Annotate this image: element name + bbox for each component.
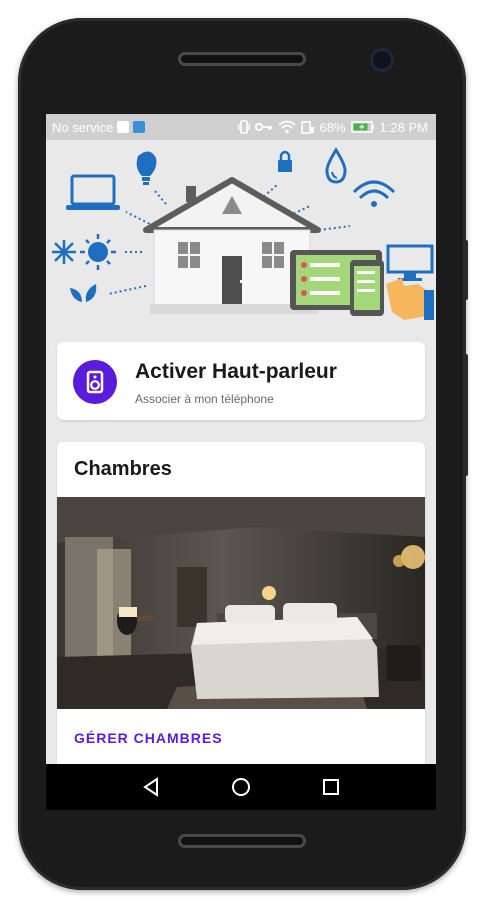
- battery-percent: 68%: [319, 119, 346, 135]
- notification-icon: [117, 121, 130, 133]
- lock-icon: [278, 150, 292, 172]
- recents-icon[interactable]: [319, 775, 343, 799]
- battery-icon: [350, 121, 374, 133]
- snowflake-icon: [52, 240, 76, 264]
- water-drop-icon: [325, 147, 347, 184]
- clock: 1:28 PM: [379, 119, 428, 135]
- speaker-card[interactable]: Activer Haut-parleur Associer à mon télé…: [57, 342, 425, 420]
- speaker-subtitle: Associer à mon téléphone: [135, 392, 274, 406]
- front-camera: [370, 48, 394, 72]
- power-button: [464, 354, 468, 476]
- carrier-text: No service: [52, 119, 114, 135]
- wifi-icon: [277, 120, 296, 134]
- smart-home-illustration: [46, 140, 436, 334]
- key-icon: [254, 122, 272, 132]
- vibrate-icon: [237, 120, 250, 134]
- app-screen: No service 68% 1:28 PM Activer Haut-parl…: [46, 114, 436, 810]
- leaf-icon: [70, 284, 97, 302]
- back-icon[interactable]: [139, 775, 163, 799]
- speaker-title: Activer Haut-parleur: [135, 360, 337, 383]
- rooms-title: Chambres: [74, 458, 172, 480]
- volume-button: [464, 240, 468, 300]
- bottom-speaker: [178, 834, 306, 848]
- manage-rooms-button[interactable]: GÉRER CHAMBRES: [74, 730, 223, 746]
- home-icon[interactable]: [229, 775, 253, 799]
- speaker-icon: [73, 360, 117, 404]
- earpiece-speaker: [178, 52, 306, 66]
- smartphone-icon: [350, 260, 384, 316]
- lightbulb-icon: [136, 151, 157, 185]
- rooms-card: Chambres GÉRER CHAMBRES: [57, 442, 425, 810]
- wifi-signal-icon: [352, 180, 396, 207]
- tv-icon: [386, 244, 434, 281]
- bedroom-photo: [57, 497, 425, 709]
- laptop-icon: [66, 174, 120, 210]
- notification-icon: [133, 121, 146, 133]
- sun-icon: [80, 234, 116, 270]
- navigation-bar: [46, 764, 436, 810]
- hand-icon: [386, 278, 434, 320]
- status-bar: No service 68% 1:28 PM: [46, 114, 436, 140]
- signal-icon: [300, 121, 314, 134]
